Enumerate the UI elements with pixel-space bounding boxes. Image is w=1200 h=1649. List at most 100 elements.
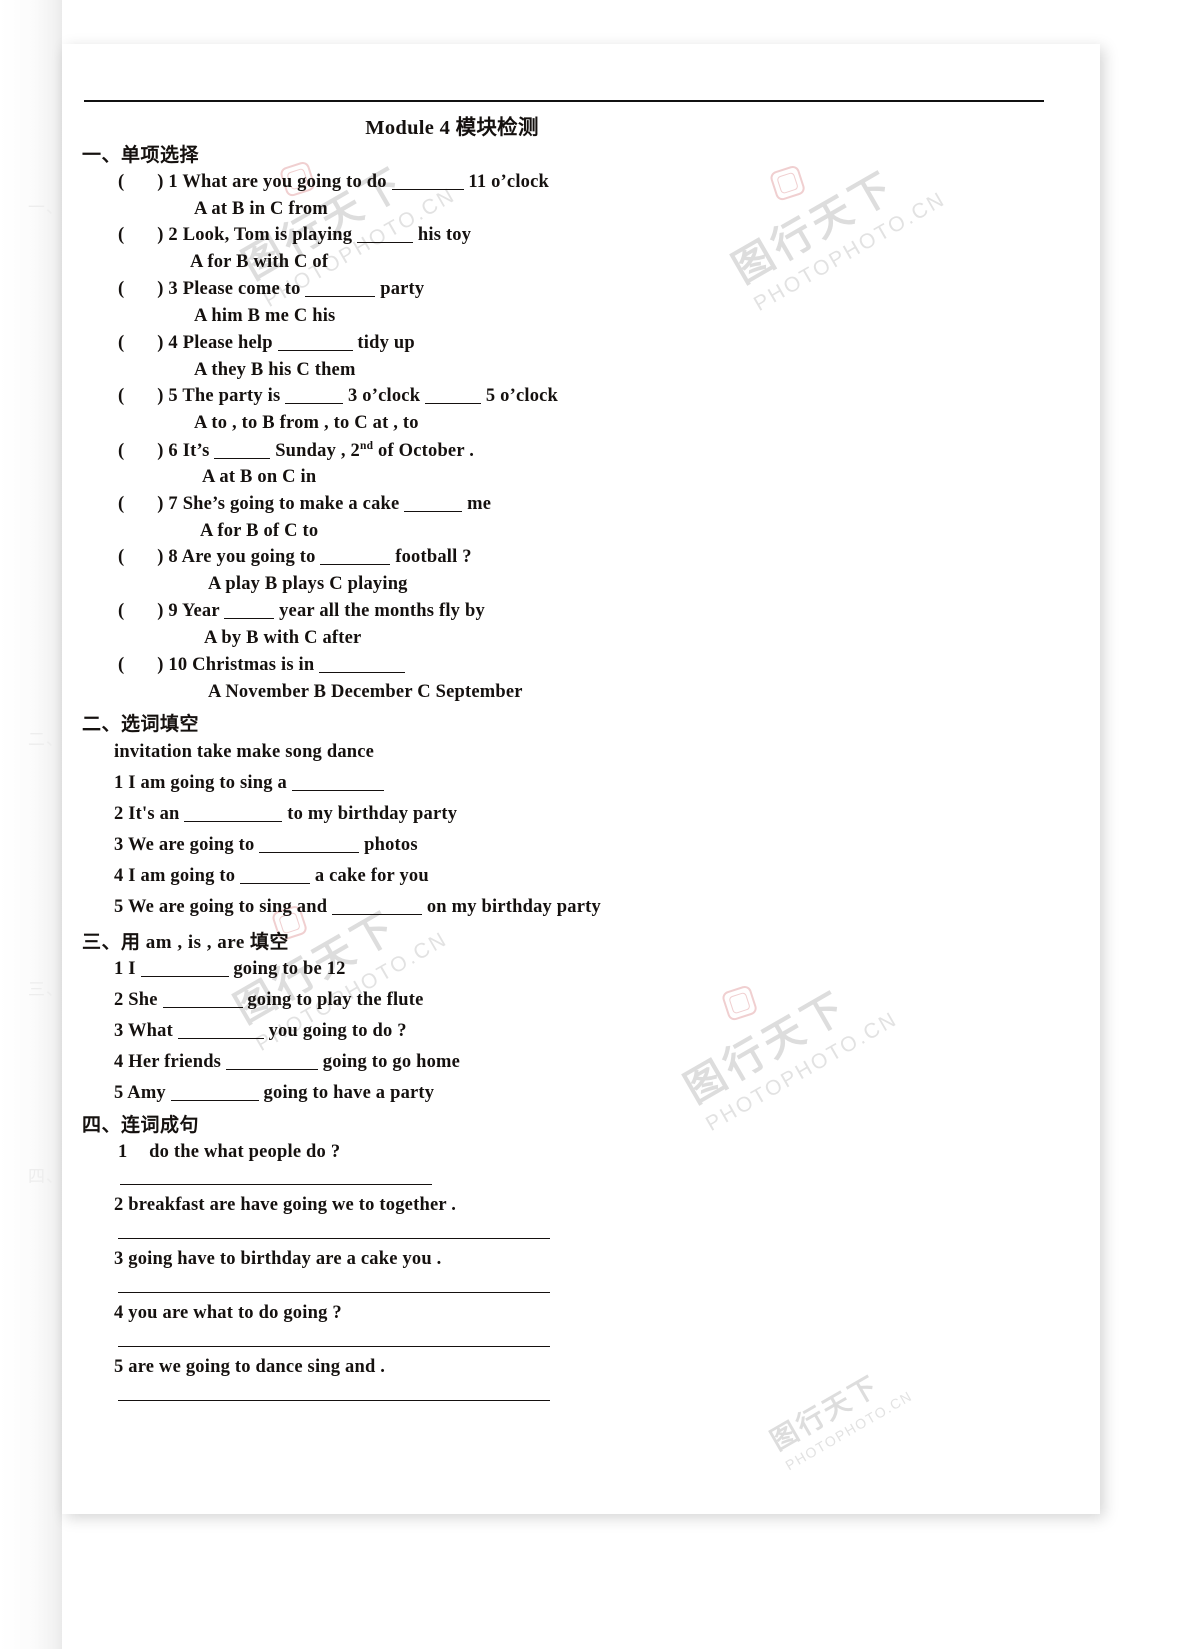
item-text-pre: We are going to xyxy=(127,835,255,855)
fill-blank[interactable] xyxy=(170,1085,259,1101)
fill-item-row: 4 Her friends going to go home xyxy=(114,1052,460,1073)
question-row: ( ) 7 She’s going to make a cake me xyxy=(118,494,491,515)
fill-item-row: 3 We are going to photos xyxy=(114,835,418,856)
item-number: 1 xyxy=(114,773,124,793)
question-stem: Are you going to xyxy=(181,547,316,567)
question-stem-tail: his toy xyxy=(417,225,472,245)
question-stem: Christmas is in xyxy=(192,655,315,675)
question-row: ( ) 6 It’s Sunday , 2nd of October . xyxy=(118,440,474,462)
answer-bracket-open: ( xyxy=(118,225,125,245)
answer-rule[interactable] xyxy=(118,1292,550,1293)
scrambled-words: you are what to do going ? xyxy=(128,1303,342,1323)
scrambled-words: breakfast are have going we to together … xyxy=(128,1195,457,1215)
options-row: A to , to B from , to C at , to xyxy=(194,413,419,433)
question-stem: What are you going to do xyxy=(182,172,387,192)
answer-bracket-close: ) xyxy=(157,601,164,621)
item-number: 5 xyxy=(114,897,124,917)
answer-bracket-open: ( xyxy=(118,655,125,675)
scrambled-words: do the what people do ? xyxy=(149,1142,341,1162)
answer-bracket-close: ) xyxy=(157,655,164,675)
options-row: A November B December C September xyxy=(208,682,523,702)
fill-blank[interactable] xyxy=(357,227,414,243)
item-number: 3 xyxy=(114,1249,124,1269)
fill-blank[interactable] xyxy=(285,388,344,404)
answer-bracket-open: ( xyxy=(118,441,125,462)
fill-blank[interactable] xyxy=(214,443,271,460)
fill-blank[interactable] xyxy=(425,388,482,404)
item-number: 5 xyxy=(114,1357,124,1377)
item-text-post: going to be 12 xyxy=(233,959,346,979)
question-stem-tail: football ? xyxy=(395,547,472,567)
answer-bracket-open: ( xyxy=(118,601,125,621)
ghost-section-mark-1: 一、 xyxy=(28,198,64,217)
word-bank: invitation take make song dance xyxy=(114,742,375,762)
fill-blank[interactable] xyxy=(184,806,283,822)
document-page: 图行天下 PHOTOPHOTO.CN 图行天下 PHOTOPHOTO.CN 图行… xyxy=(62,44,1100,1514)
fill-blank[interactable] xyxy=(225,1054,318,1070)
answer-bracket-close: ) xyxy=(157,225,164,245)
fill-item-row: 3 What you going to do ? xyxy=(114,1021,407,1042)
fill-blank[interactable] xyxy=(277,335,353,351)
item-number: 4 xyxy=(114,866,124,886)
fill-blank[interactable] xyxy=(259,837,360,853)
reorder-item-row: 1 do the what people do ? xyxy=(118,1142,340,1163)
question-stem-mid: Sunday , 2 xyxy=(275,441,360,462)
fill-blank[interactable] xyxy=(319,657,406,673)
fill-blank[interactable] xyxy=(305,281,376,297)
section-heading-3: 三、用 am , is , are 填空 xyxy=(82,932,290,953)
item-text-pre: I am going to xyxy=(128,866,236,886)
item-text-pre: Amy xyxy=(127,1083,166,1103)
fill-item-row: 1 I going to be 12 xyxy=(114,959,346,980)
fill-blank[interactable] xyxy=(240,868,311,884)
answer-bracket-close: ) xyxy=(157,441,164,462)
fill-blank[interactable] xyxy=(291,775,384,791)
fill-blank[interactable] xyxy=(320,549,391,565)
answer-rule[interactable] xyxy=(118,1400,550,1401)
item-text-post: a cake for you xyxy=(314,866,429,886)
question-row: ( ) 5 The party is 3 o’clock 5 o’clock xyxy=(118,386,558,407)
item-text-post: you going to do ? xyxy=(268,1021,407,1041)
fill-blank[interactable] xyxy=(177,1023,264,1039)
question-row: ( ) 2 Look, Tom is playing his toy xyxy=(118,225,471,246)
left-edge-ghost-strip: 一、 二、 三、 四、 xyxy=(0,0,64,1649)
fill-blank[interactable] xyxy=(224,603,275,619)
answer-rule[interactable] xyxy=(120,1184,432,1185)
question-row: ( ) 10 Christmas is in xyxy=(118,655,406,676)
question-stem-tail: year all the months fly by xyxy=(279,601,485,621)
question-stem-tail: tidy up xyxy=(357,333,415,353)
question-stem: It’s xyxy=(182,441,210,462)
fill-blank[interactable] xyxy=(404,496,463,512)
answer-rule[interactable] xyxy=(118,1238,550,1239)
reorder-item-row: 3 going have to birthday are a cake you … xyxy=(114,1249,442,1270)
question-number: 2 xyxy=(168,225,178,245)
item-number: 1 xyxy=(114,959,124,979)
question-row: ( ) 9 Year year all the months fly by xyxy=(118,601,485,622)
answer-rule[interactable] xyxy=(118,1346,550,1347)
question-number: 9 xyxy=(168,601,178,621)
item-text-pre: We are going to sing and xyxy=(127,897,328,917)
item-number: 3 xyxy=(114,835,124,855)
answer-bracket-close: ) xyxy=(157,279,164,299)
item-text-post: going to have a party xyxy=(263,1083,435,1103)
item-number: 4 xyxy=(114,1303,124,1323)
fill-item-row: 1 I am going to sing a xyxy=(114,773,384,794)
fill-blank[interactable] xyxy=(391,174,464,190)
ordinal-suffix: nd xyxy=(359,440,374,452)
item-text-post: going to play the flute xyxy=(247,990,424,1010)
options-row: A they B his C them xyxy=(194,360,356,380)
fill-item-row: 5 Amy going to have a party xyxy=(114,1083,434,1104)
fill-blank[interactable] xyxy=(332,899,423,915)
item-text-pre: It's an xyxy=(128,804,180,824)
answer-bracket-close: ) xyxy=(157,172,164,192)
reorder-item-row: 4 you are what to do going ? xyxy=(114,1303,342,1324)
answer-bracket-open: ( xyxy=(118,333,125,353)
question-stem: Please come to xyxy=(182,279,301,299)
question-row: ( ) 4 Please help tidy up xyxy=(118,333,415,354)
fill-blank[interactable] xyxy=(162,992,243,1008)
question-stem-tail: party xyxy=(380,279,425,299)
options-row: A play B plays C playing xyxy=(208,574,408,594)
options-row: A at B on C in xyxy=(202,467,317,487)
question-stem: Please help xyxy=(182,333,273,353)
answer-bracket-open: ( xyxy=(118,172,125,192)
fill-blank[interactable] xyxy=(140,961,229,977)
